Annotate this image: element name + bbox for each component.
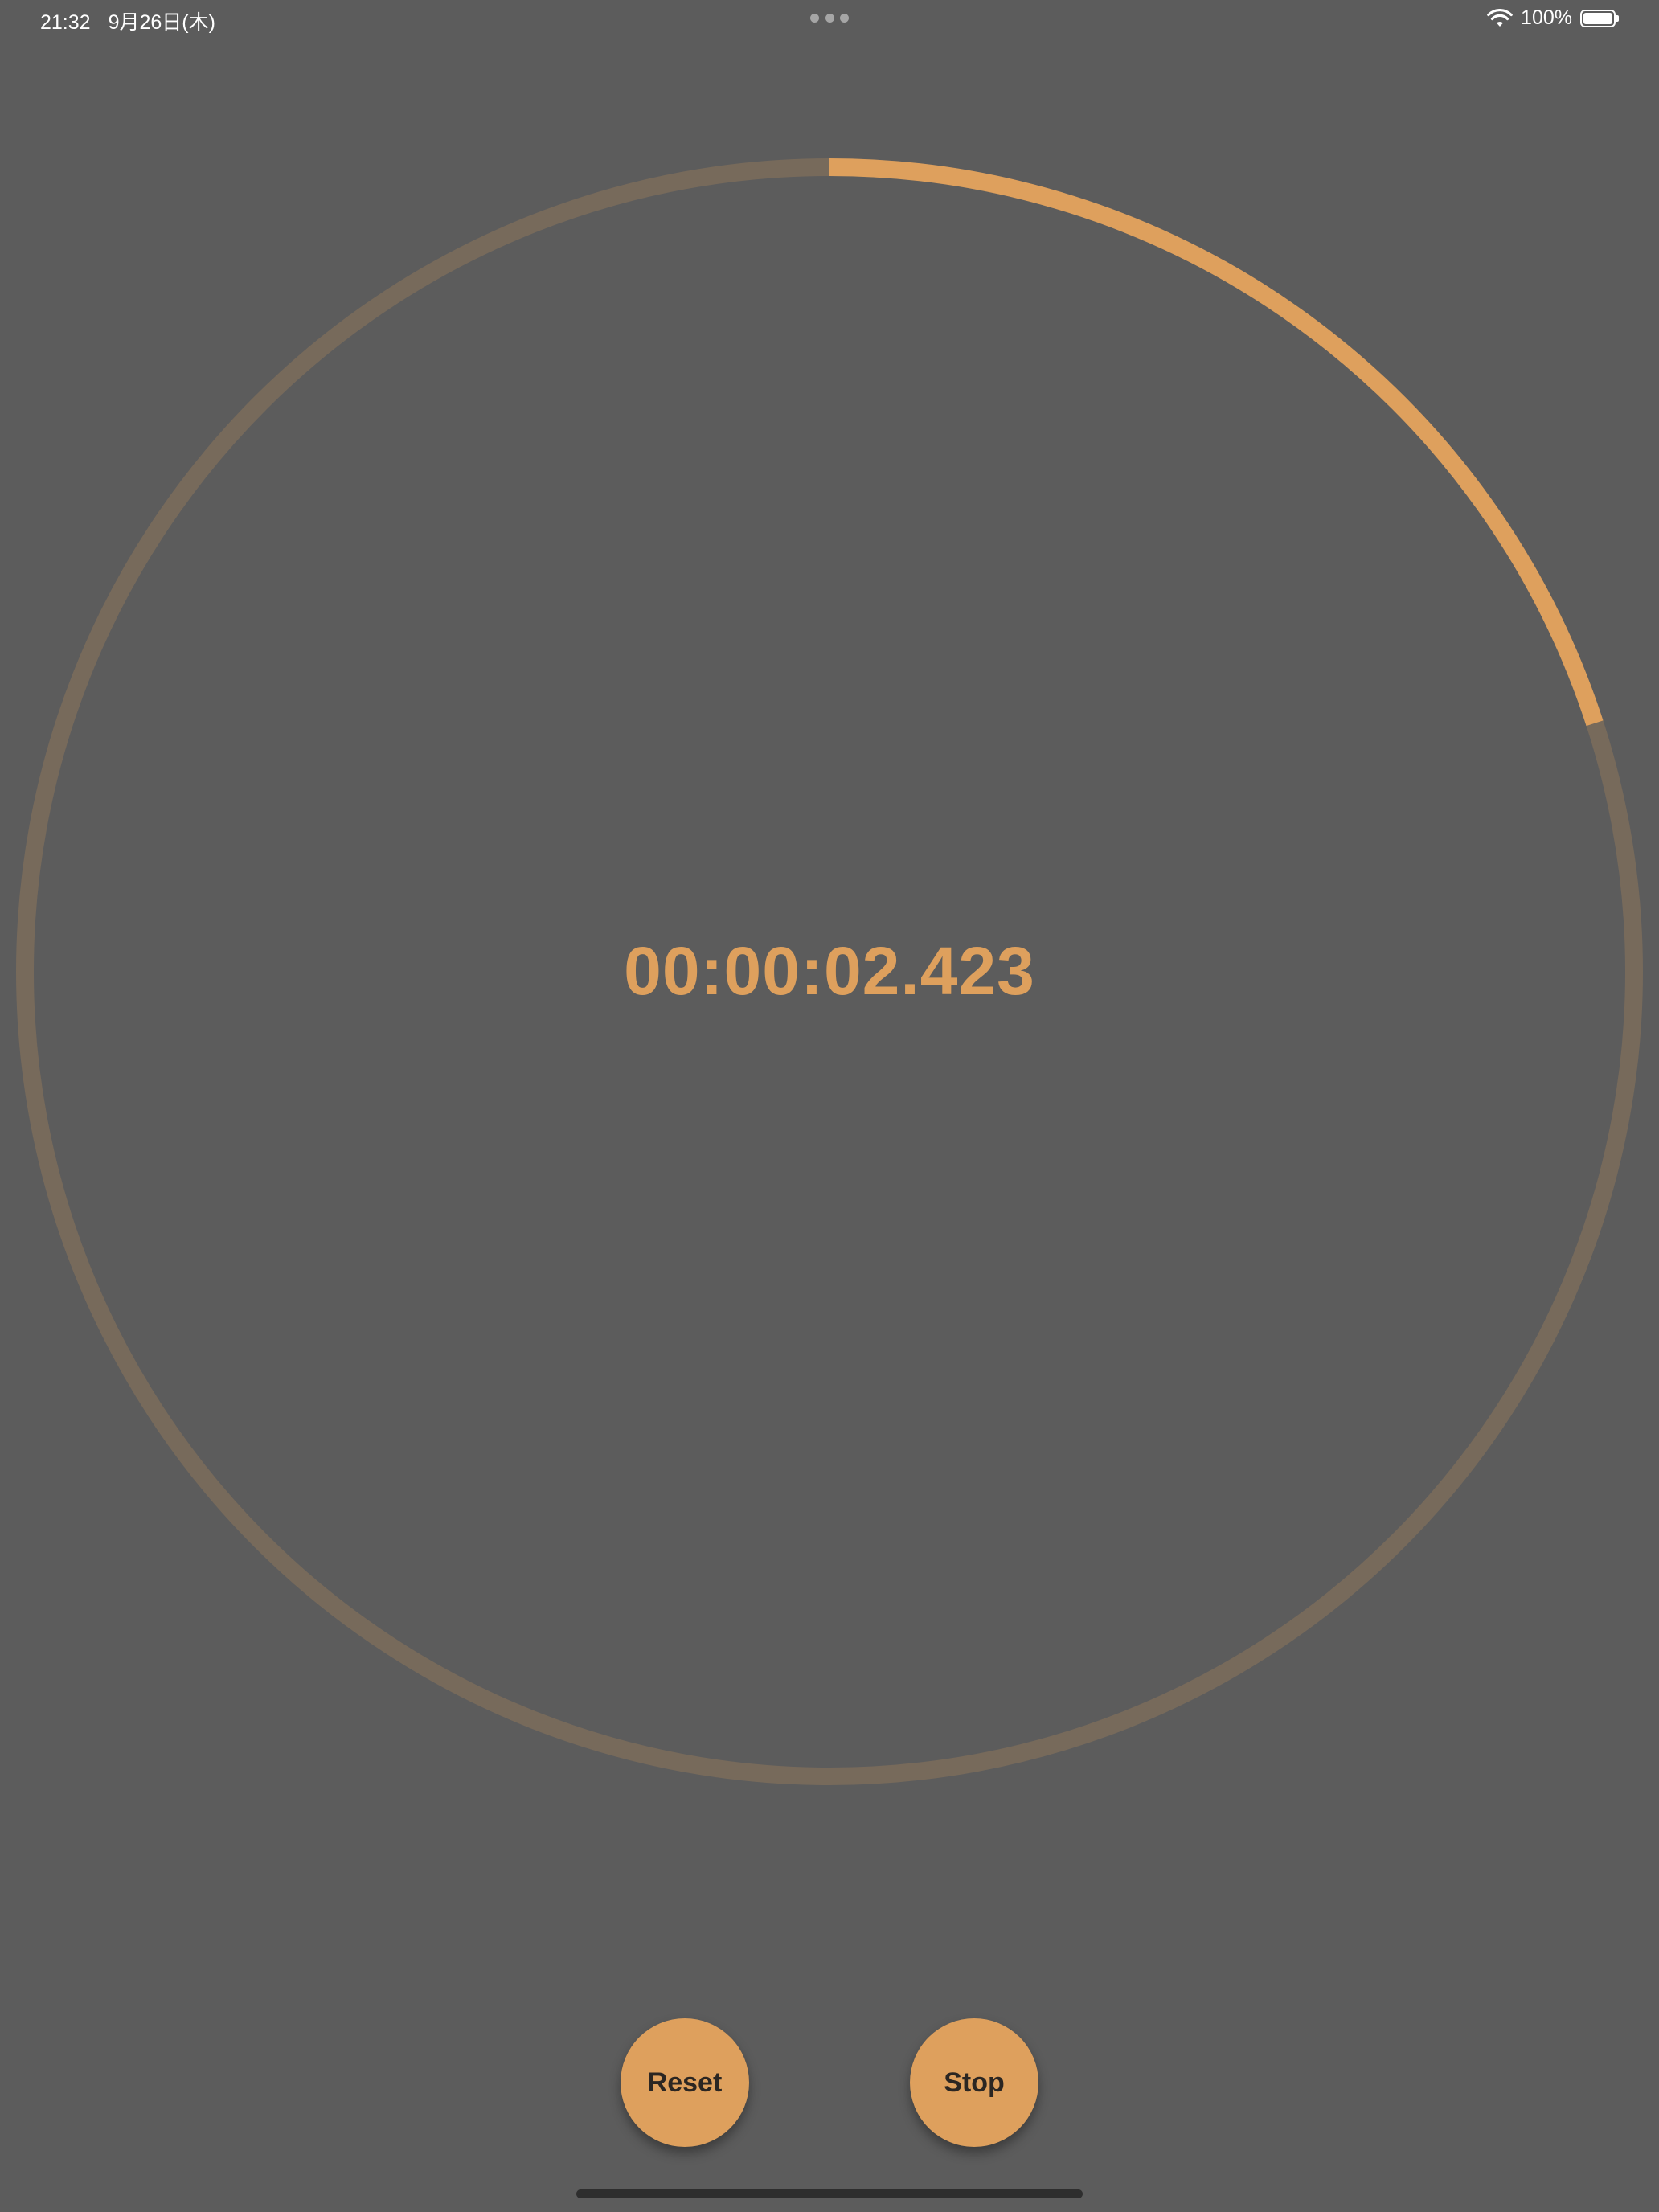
progress-ring [16,158,1643,1785]
stop-button[interactable]: Stop [910,2018,1038,2147]
home-indicator[interactable] [576,2189,1083,2198]
reset-button[interactable]: Reset [621,2018,749,2147]
elapsed-time-display: 00:00:02.423 [624,933,1035,1009]
